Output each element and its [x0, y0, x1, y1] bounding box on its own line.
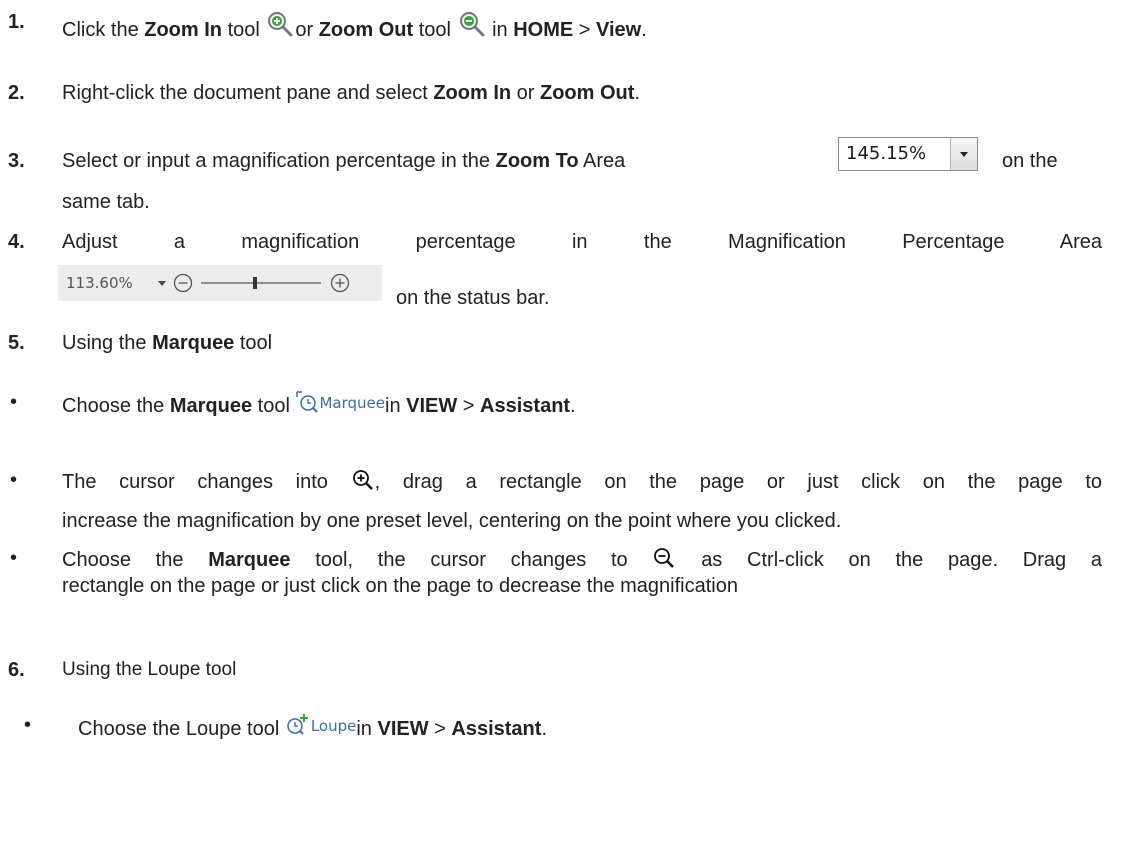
loupe-tool-button[interactable]: Loupe [285, 713, 357, 743]
view-label: VIEW [377, 718, 429, 740]
text: . [541, 718, 547, 740]
text: > [457, 395, 481, 417]
text: Area [578, 150, 626, 172]
step-6-number: 6. [8, 659, 25, 681]
text: . [570, 395, 576, 417]
text: in [385, 395, 407, 417]
text: . [641, 19, 647, 41]
text: > [428, 718, 452, 740]
zoom-slider-thumb[interactable] [253, 277, 257, 289]
step-2-text: Right-click the document pane and select… [62, 81, 640, 105]
text: tool [222, 19, 266, 41]
bullet: • [24, 714, 32, 736]
zoom-out-icon [457, 10, 487, 46]
assistant-label: Assistant [451, 718, 542, 740]
text: The cursor changes into [62, 471, 328, 493]
step-6-bullet-1: Choose the Loupe tool Loupe in VIEW > As… [78, 713, 547, 743]
zoom-in-label: Zoom In [433, 82, 512, 104]
assistant-label: Assistant [480, 395, 571, 417]
step-5-number: 5. [8, 332, 25, 354]
home-label: HOME [513, 19, 574, 41]
zoom-to-combo[interactable]: 145.15% [838, 137, 978, 171]
marquee-icon [295, 390, 319, 420]
text: Select or input a magnification percenta… [62, 150, 496, 172]
loupe-tool-label: Loupe [310, 717, 357, 735]
text: Choose the Loupe tool [78, 718, 285, 740]
step-2-number: 2. [8, 82, 25, 104]
status-bar-magnification: 113.60% [58, 265, 382, 301]
text: Using the [62, 332, 153, 354]
step-5-bullet-2-line-2: increase the magnification by one preset… [62, 510, 842, 532]
text: . [634, 82, 640, 104]
text: in [356, 718, 378, 740]
text: as Ctrl-click on the page. Drag a [701, 549, 1103, 571]
step-4-number: 4. [8, 231, 25, 253]
view-label: VIEW [406, 395, 458, 417]
marquee-label: Marquee [152, 332, 235, 354]
marquee-tool-label: Marquee [319, 394, 385, 412]
zoom-out-label: Zoom Out [540, 82, 635, 104]
zoom-to-value[interactable]: 145.15% [846, 143, 926, 164]
step-5-bullet-1: Choose the Marquee tool Marquee in VIEW … [62, 390, 576, 420]
marquee-tool-button[interactable]: Marquee [295, 390, 385, 420]
text: Choose the [62, 549, 209, 571]
view-label: View [596, 19, 642, 41]
zoom-to-label: Zoom To [495, 150, 579, 172]
text: tool [413, 19, 457, 41]
step-5-bullet-3-line-1: Choose the Marquee tool, the cursor chan… [62, 546, 1102, 576]
text: , drag a rectangle on the page or just c… [374, 471, 1103, 493]
marquee-label: Marquee [208, 549, 291, 571]
text: Right-click the document pane and select [62, 82, 434, 104]
step-5-text: Using the Marquee tool [62, 331, 272, 355]
step-5-bullet-3-line-2: rectangle on the page or just click on t… [62, 575, 738, 597]
text: Choose the [62, 395, 170, 417]
text: tool [252, 395, 296, 417]
plus-circle-icon[interactable] [330, 273, 350, 293]
text: tool [234, 332, 273, 354]
chevron-down-icon[interactable] [950, 138, 977, 170]
zoom-in-label: Zoom In [144, 19, 223, 41]
step-3-continued: same tab. [62, 191, 150, 213]
bullet: • [10, 469, 18, 491]
step-4-text: Adjust a magnification percentage in the… [62, 231, 1102, 253]
step-3-number: 3. [8, 150, 25, 172]
marquee-label: Marquee [169, 395, 253, 417]
zoom-in-cursor-icon [351, 468, 375, 498]
step-1-text: Click the Zoom In tool or Zoom Out tool … [62, 10, 647, 46]
text: or [511, 82, 540, 104]
step-6-text: Using the Loupe tool [62, 659, 237, 680]
text: or [295, 19, 319, 41]
step-5-bullet-2-line-1: The cursor changes into , drag a rectang… [62, 468, 1102, 498]
text: Click the [62, 19, 145, 41]
step-4-tail: on the status bar. [396, 287, 550, 309]
text: tool, the cursor changes to [290, 549, 628, 571]
minus-circle-icon[interactable] [173, 273, 193, 293]
bullet: • [10, 391, 18, 413]
loupe-icon [285, 713, 311, 743]
bullet: • [10, 547, 18, 569]
text: > [573, 19, 596, 41]
zoom-out-label: Zoom Out [318, 19, 414, 41]
step-3-text: Select or input a magnification percenta… [62, 149, 625, 173]
zoom-in-icon [265, 10, 295, 46]
text: in [486, 19, 514, 41]
zoom-out-cursor-icon [652, 546, 676, 576]
step-3-tail: on the [1002, 150, 1058, 172]
step-1-number: 1. [8, 11, 25, 33]
